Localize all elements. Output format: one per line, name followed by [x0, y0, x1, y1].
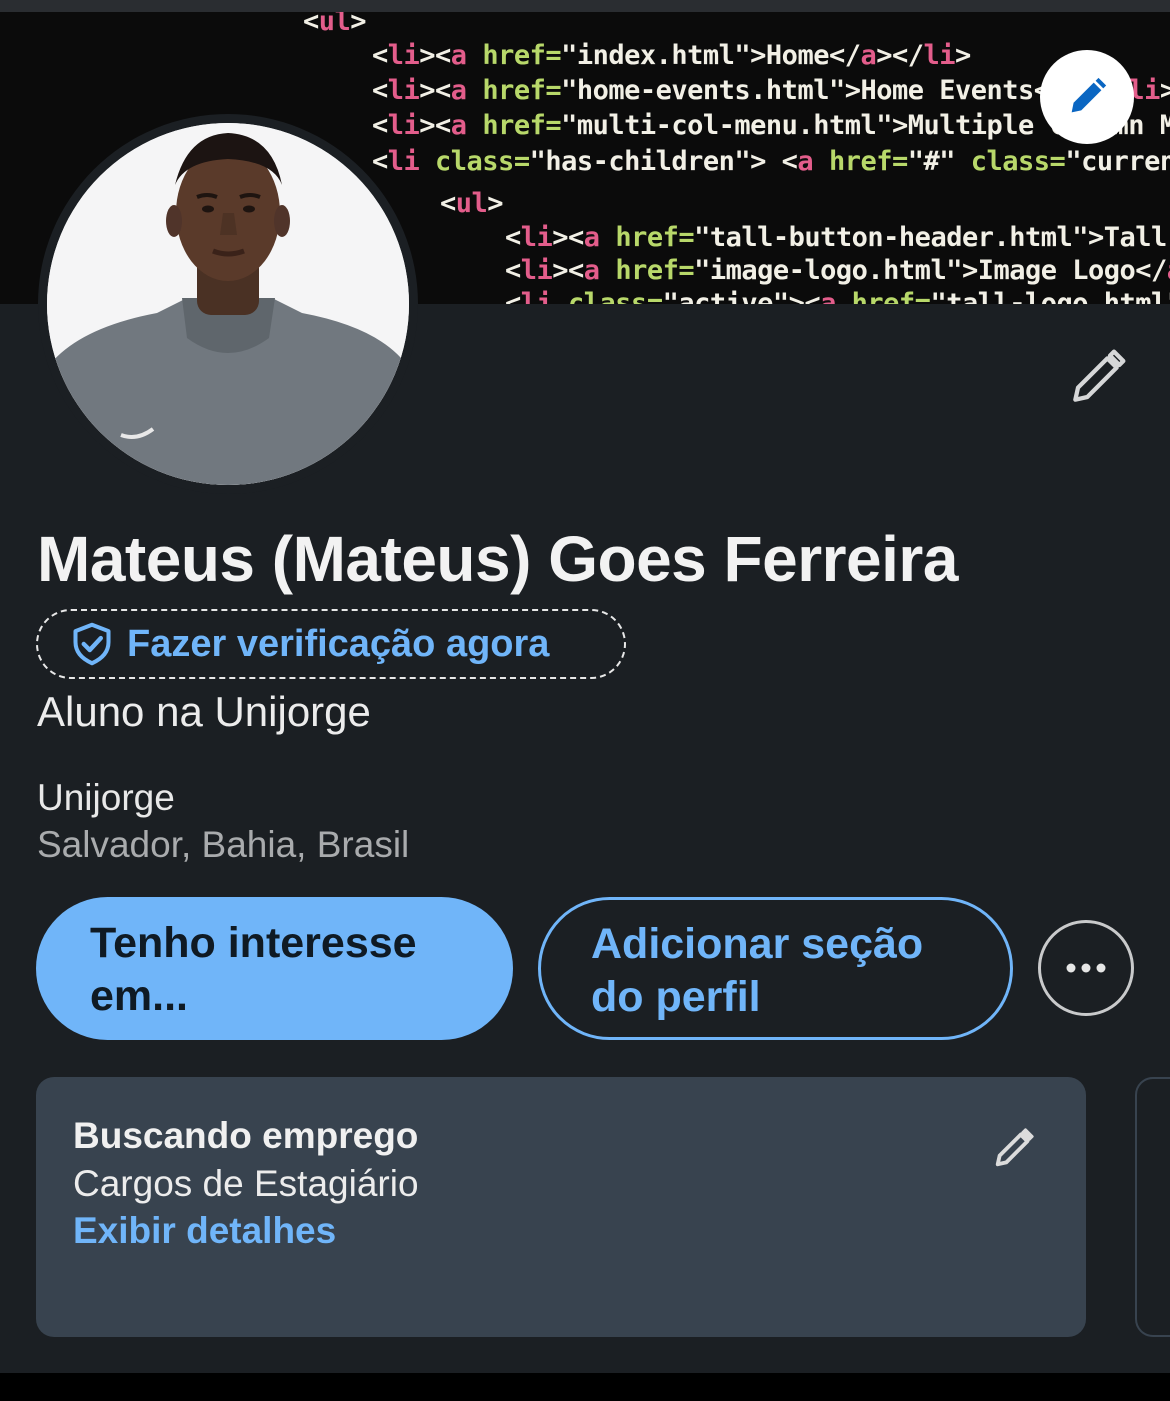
code-token: "image-logo.html">Image Logo</ — [694, 255, 1167, 286]
avatar — [47, 123, 409, 485]
code-token: href= — [466, 40, 562, 71]
code-token: >< — [552, 222, 584, 253]
next-card[interactable] — [1135, 1077, 1170, 1337]
code-token: < — [505, 255, 521, 286]
code-token: href= — [835, 288, 931, 304]
profile-location: Salvador, Bahia, Brasil — [37, 824, 410, 865]
code-token: "has-children"> < — [529, 146, 798, 177]
code-token: a — [583, 255, 600, 286]
code-token: "current" — [1065, 146, 1170, 177]
code-line: <li><a href="index.html">Home</a></li> — [372, 40, 971, 71]
code-token: a — [450, 110, 467, 141]
edit-open-to-work-button[interactable] — [991, 1125, 1037, 1171]
code-token: href= — [813, 146, 908, 177]
code-token: a — [860, 40, 877, 71]
code-token: li — [387, 110, 420, 141]
code-token: >< — [552, 255, 584, 286]
pencil-icon — [1073, 349, 1126, 402]
code-token: "index.html">Home</ — [561, 40, 861, 71]
show-details-link[interactable]: Exibir detalhes — [73, 1210, 336, 1252]
code-token: < — [372, 110, 388, 141]
code-line: <li><a href="tall-button-header.html">Ta… — [505, 222, 1170, 253]
edit-banner-button[interactable] — [1040, 50, 1134, 144]
code-token: >< — [419, 75, 451, 106]
shield-check-icon — [70, 621, 114, 667]
card-title: Buscando emprego — [73, 1115, 419, 1156]
code-token: < — [372, 75, 388, 106]
code-token: ul — [455, 188, 488, 219]
code-token: < — [303, 12, 319, 37]
code-token: li — [520, 288, 553, 304]
verify-now-button[interactable]: Fazer verificação agora — [36, 609, 626, 679]
pencil-icon — [1071, 77, 1107, 113]
status-strip — [0, 0, 1170, 12]
code-token: "tall-logo.html">Tall — [930, 288, 1170, 304]
more-actions-button[interactable] — [1038, 920, 1134, 1016]
code-token: href= — [466, 110, 562, 141]
code-token: li — [520, 222, 553, 253]
bottom-bar — [0, 1373, 1170, 1401]
open-to-button[interactable]: Tenho interesse em... — [36, 897, 513, 1040]
code-token: a — [820, 288, 836, 304]
code-line: <li class="active"><a href="tall-logo.ht… — [505, 288, 1170, 304]
code-token: ul — [318, 12, 351, 37]
code-token: "#" — [907, 146, 971, 177]
code-token: li — [387, 75, 420, 106]
code-token: "active">< — [662, 288, 821, 304]
code-line: <li><a href="image-logo.html">Image Logo… — [505, 255, 1170, 286]
code-token: "tall-button-header.html">Tall Button — [694, 222, 1170, 253]
code-token: >< — [419, 110, 451, 141]
pencil-icon — [995, 1128, 1034, 1167]
code-token: > — [1159, 75, 1170, 106]
code-token: class= — [970, 146, 1066, 177]
code-token: > — [955, 40, 971, 71]
code-token: < — [372, 146, 388, 177]
profile-name: Mateus (Mateus) Goes Ferreira — [37, 523, 958, 595]
more-horizontal-icon — [1066, 963, 1106, 973]
code-token: li — [387, 40, 420, 71]
code-token: a — [797, 146, 814, 177]
card-subtitle: Cargos de Estagiário — [73, 1163, 419, 1204]
code-token: href= — [599, 255, 695, 286]
code-token: a — [450, 40, 467, 71]
code-token: < — [372, 40, 388, 71]
code-token: class= — [419, 146, 530, 177]
code-token: < — [505, 288, 521, 304]
code-token: >< — [419, 40, 451, 71]
code-token: href= — [466, 75, 562, 106]
code-token: class= — [552, 288, 663, 304]
code-token: li — [520, 255, 553, 286]
code-token: ></ — [876, 40, 924, 71]
code-token: li — [387, 146, 420, 177]
profile-headline: Aluno na Unijorge — [37, 688, 371, 735]
profile-company[interactable]: Unijorge — [37, 777, 175, 819]
open-to-work-card[interactable]: Buscando emprego Cargos de Estagiário Ex… — [36, 1077, 1086, 1337]
code-token: li — [923, 40, 956, 71]
code-token: > — [350, 12, 367, 37]
add-profile-section-button[interactable]: Adicionar seção do perfil — [538, 897, 1013, 1040]
add-profile-section-label: Adicionar seção do perfil — [591, 920, 924, 1021]
profile-photo[interactable] — [38, 114, 418, 494]
code-line: <ul> — [440, 188, 504, 219]
code-token: < — [505, 222, 521, 253]
code-token: "home-events.html">Home Events</ — [561, 75, 1066, 106]
code-token: < — [440, 188, 456, 219]
verify-label: Fazer verificação agora — [127, 622, 550, 665]
code-token: href= — [599, 222, 695, 253]
code-token: > — [487, 188, 504, 219]
code-token: a — [450, 75, 467, 106]
open-to-label: Tenho interesse em... — [90, 919, 417, 1020]
code-token: a — [583, 222, 600, 253]
profile-screen: <ul> <li><a href="index.html">Home</a></… — [0, 0, 1170, 1401]
edit-intro-button[interactable] — [1064, 343, 1132, 411]
code-line: <ul> — [303, 12, 367, 37]
code-line: <li class="has-children"> <a href="#" cl… — [372, 146, 1170, 177]
